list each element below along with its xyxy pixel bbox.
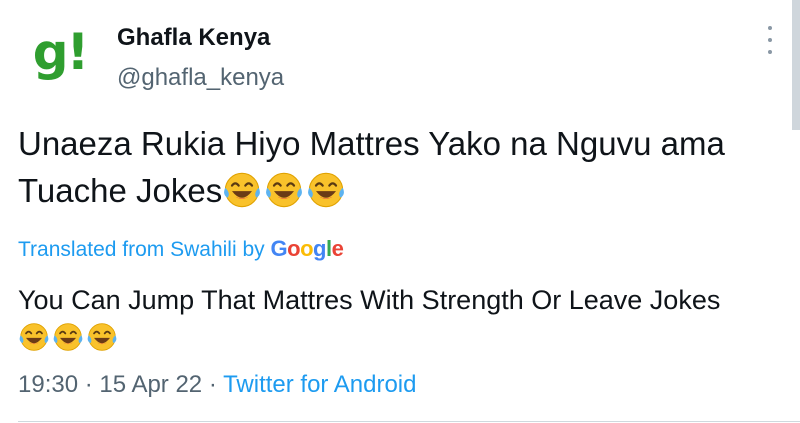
google-logo-letter: o — [300, 236, 314, 261]
face-with-tears-of-joy-icon — [19, 323, 49, 351]
tweet-date[interactable]: 15 Apr 22 — [99, 371, 202, 398]
tweet-meta: 19:30 · 15 Apr 22 · Twitter for Android — [18, 371, 416, 399]
scrollbar[interactable] — [792, 0, 800, 130]
face-with-tears-of-joy-icon — [87, 323, 117, 351]
google-logo-letter: G — [270, 236, 288, 261]
tweet-text: Unaeza Rukia Hiyo Mattres Yako na Nguvu … — [18, 120, 758, 214]
display-name[interactable]: Ghafla Kenya — [117, 24, 270, 52]
avatar-logo: g! — [32, 23, 90, 81]
face-with-tears-of-joy-icon — [308, 172, 345, 208]
tweet-time[interactable]: 19:30 — [18, 371, 78, 398]
tweet-emojis — [222, 172, 348, 209]
face-with-tears-of-joy-icon — [224, 172, 261, 208]
google-logo-letter: e — [331, 236, 344, 261]
translated-text-content: You Can Jump That Mattres With Strength … — [18, 285, 721, 315]
translated-emojis — [18, 321, 120, 351]
meta-separator-1: · — [84, 371, 93, 398]
user-handle[interactable]: @ghafla_kenya — [117, 64, 284, 92]
translation-attribution[interactable]: Translated from Swahili by Google — [18, 236, 344, 262]
translated-text: You Can Jump That Mattres With Strength … — [18, 282, 758, 354]
meta-separator-2: · — [208, 371, 217, 398]
tweet-source[interactable]: Twitter for Android — [223, 371, 416, 398]
face-with-tears-of-joy-icon — [266, 172, 303, 208]
google-logo: Google — [271, 236, 344, 261]
avatar[interactable]: g! — [18, 10, 102, 94]
tweet-card: g! Ghafla Kenya @ghafla_kenya Unaeza Ruk… — [0, 0, 800, 423]
google-logo-letter: g — [313, 236, 326, 261]
divider — [18, 421, 800, 422]
tweet-text-content: Unaeza Rukia Hiyo Mattres Yako na Nguvu … — [18, 125, 725, 209]
google-logo-letter: o — [287, 236, 301, 261]
more-options-icon[interactable] — [760, 26, 780, 54]
face-with-tears-of-joy-icon — [53, 323, 83, 351]
translation-label: Translated from Swahili by — [18, 238, 265, 261]
